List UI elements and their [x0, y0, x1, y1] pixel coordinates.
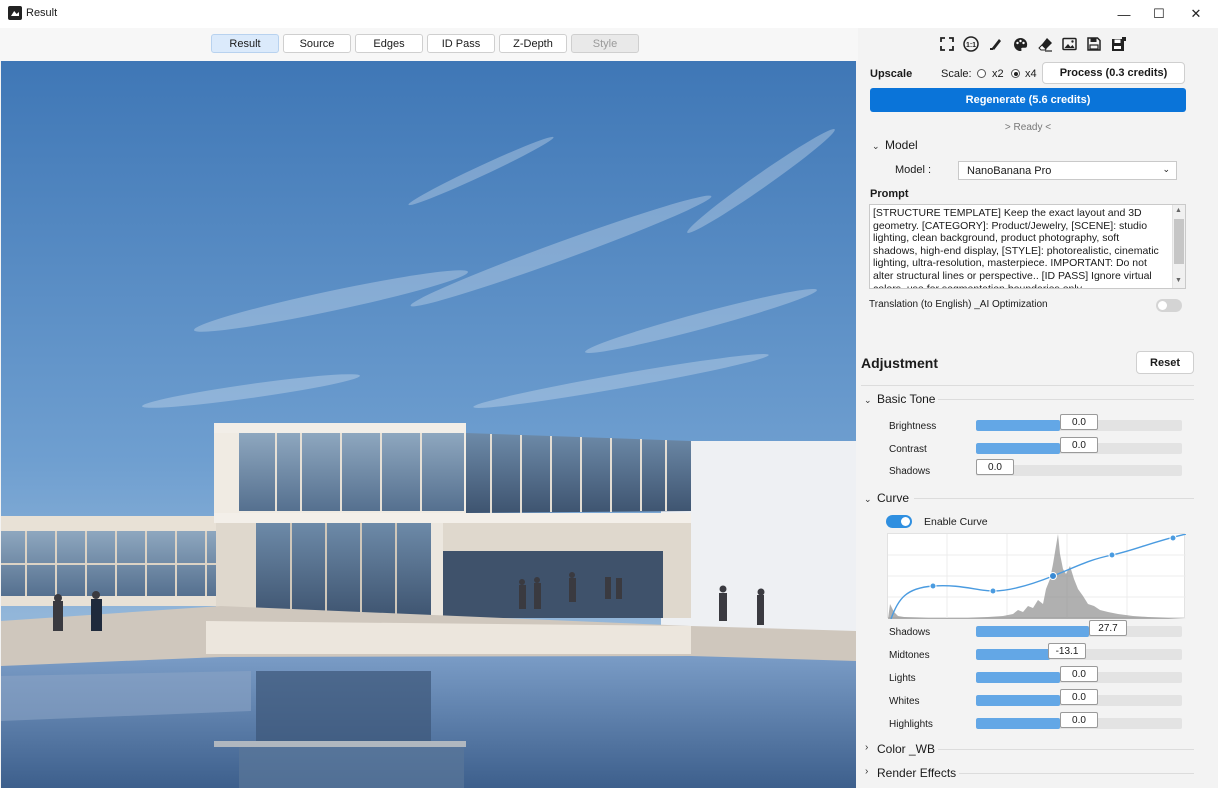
close-button[interactable]: ✕ — [1178, 0, 1214, 28]
render-effects-section-title[interactable]: Render Effects — [877, 766, 956, 780]
divider — [938, 749, 1194, 750]
translation-label: Translation (to English) _AI Optimizatio… — [869, 299, 1048, 310]
regenerate-button[interactable]: Regenerate (5.6 credits) — [870, 88, 1186, 112]
actual-size-icon[interactable]: 1:1 — [963, 36, 979, 52]
brightness-value[interactable]: 0.0 — [1060, 414, 1098, 430]
chevron-down-icon[interactable]: ⌄ — [872, 141, 880, 152]
scroll-down-icon[interactable]: ▼ — [1175, 275, 1182, 288]
contrast-label: Contrast — [889, 444, 927, 455]
minimize-button[interactable]: — — [1106, 0, 1142, 28]
model-select[interactable]: NanoBanana Pro ⌄ — [958, 161, 1177, 180]
translation-toggle[interactable] — [1156, 299, 1182, 312]
slider-fill — [976, 443, 1061, 454]
scale-x4-label: x4 — [1025, 68, 1037, 80]
tab-style: Style — [571, 34, 639, 53]
tab-id-pass[interactable]: ID Pass — [427, 34, 495, 53]
divider — [861, 385, 1194, 386]
color-wb-section-title[interactable]: Color _WB — [877, 742, 935, 756]
shadows-value[interactable]: 0.0 — [976, 459, 1014, 475]
eraser-icon[interactable] — [1037, 36, 1053, 52]
slider-fill — [976, 718, 1061, 729]
tab-source[interactable]: Source — [283, 34, 351, 53]
curve-shadows-value[interactable]: 27.7 — [1089, 620, 1127, 636]
save-as-icon[interactable] — [1110, 36, 1126, 52]
maximize-button[interactable]: ☐ — [1141, 0, 1177, 28]
slider-fill — [976, 649, 1051, 660]
chevron-down-icon[interactable]: ⌄ — [864, 494, 872, 505]
prompt-scrollbar[interactable]: ▲ ▼ — [1172, 205, 1185, 288]
divider — [914, 498, 1194, 499]
model-label: Model : — [895, 164, 932, 176]
toggle-knob — [1158, 301, 1167, 310]
upscale-title: Upscale — [870, 68, 913, 80]
prompt-textarea[interactable]: [STRUCTURE TEMPLATE] Keep the exact layo… — [869, 204, 1186, 289]
basic-tone-title[interactable]: Basic Tone — [877, 392, 935, 406]
curve-midtones-value[interactable]: -13.1 — [1048, 643, 1086, 659]
slider-fill — [976, 695, 1061, 706]
curve-graph[interactable] — [887, 533, 1187, 620]
enable-curve-toggle[interactable] — [886, 515, 912, 528]
scale-label: Scale: — [941, 68, 972, 80]
tab-result[interactable]: Result — [211, 34, 279, 53]
curve-lights-label: Lights — [889, 673, 916, 684]
curve-shadows-label: Shadows — [889, 627, 931, 638]
chevron-right-icon[interactable]: › — [865, 742, 868, 753]
render-viewport[interactable] — [1, 61, 856, 788]
scroll-up-icon[interactable]: ▲ — [1175, 205, 1182, 218]
tab-z-depth[interactable]: Z-Depth — [499, 34, 567, 53]
process-upscale-button[interactable]: Process (0.3 credits) — [1042, 62, 1185, 84]
settings-panel: 1:1 Upscale Scale: x2 x4 Process (0.3 cr… — [858, 28, 1218, 788]
brightness-label: Brightness — [889, 421, 937, 432]
enable-curve-label: Enable Curve — [924, 516, 988, 528]
toggle-knob — [901, 517, 910, 526]
status-text: > Ready < — [1004, 122, 1052, 133]
shadows-label: Shadows — [889, 466, 931, 477]
slider-fill — [976, 626, 1090, 637]
window-title: Result — [26, 7, 58, 19]
slider-fill — [976, 672, 1061, 683]
curve-highlights-label: Highlights — [889, 719, 933, 730]
svg-text:1:1: 1:1 — [966, 42, 976, 49]
adjustment-title: Adjustment — [861, 355, 938, 371]
save-icon[interactable] — [1086, 36, 1102, 52]
prompt-text: [STRUCTURE TEMPLATE] Keep the exact layo… — [873, 207, 1159, 289]
view-tabs: Result Source Edges ID Pass Z-Depth Styl… — [0, 28, 858, 61]
title-bar: Result — ☐ ✕ — [0, 0, 1218, 28]
contrast-value[interactable]: 0.0 — [1060, 437, 1098, 453]
curve-highlights-value[interactable]: 0.0 — [1060, 712, 1098, 728]
chevron-down-icon[interactable]: ⌄ — [864, 395, 872, 406]
brush-icon[interactable] — [988, 36, 1004, 52]
fullscreen-icon[interactable] — [939, 36, 955, 52]
scale-x2-label: x2 — [992, 68, 1004, 80]
curve-lights-value[interactable]: 0.0 — [1060, 666, 1098, 682]
curve-shadows-slider[interactable] — [976, 626, 1182, 637]
model-section-title[interactable]: Model — [885, 138, 918, 152]
scrollbar-thumb[interactable] — [1174, 219, 1184, 264]
scale-x4-radio[interactable] — [1011, 69, 1020, 78]
curve-midtones-label: Midtones — [889, 650, 930, 661]
divider — [959, 773, 1194, 774]
divider — [938, 399, 1194, 400]
curve-title[interactable]: Curve — [877, 491, 909, 505]
prompt-title: Prompt — [870, 188, 909, 200]
tab-edges[interactable]: Edges — [355, 34, 423, 53]
chevron-right-icon[interactable]: › — [865, 766, 868, 777]
image-icon[interactable] — [1061, 36, 1077, 52]
app-logo-icon — [8, 6, 22, 20]
model-select-value: NanoBanana Pro — [967, 164, 1052, 177]
chevron-down-icon: ⌄ — [1162, 164, 1170, 174]
palette-icon[interactable] — [1012, 36, 1028, 52]
reset-button[interactable]: Reset — [1136, 351, 1194, 374]
slider-fill — [976, 420, 1061, 431]
scale-x2-radio[interactable] — [977, 69, 986, 78]
curve-whites-label: Whites — [889, 696, 920, 707]
rendered-architecture-image — [1, 61, 856, 788]
curve-whites-value[interactable]: 0.0 — [1060, 689, 1098, 705]
